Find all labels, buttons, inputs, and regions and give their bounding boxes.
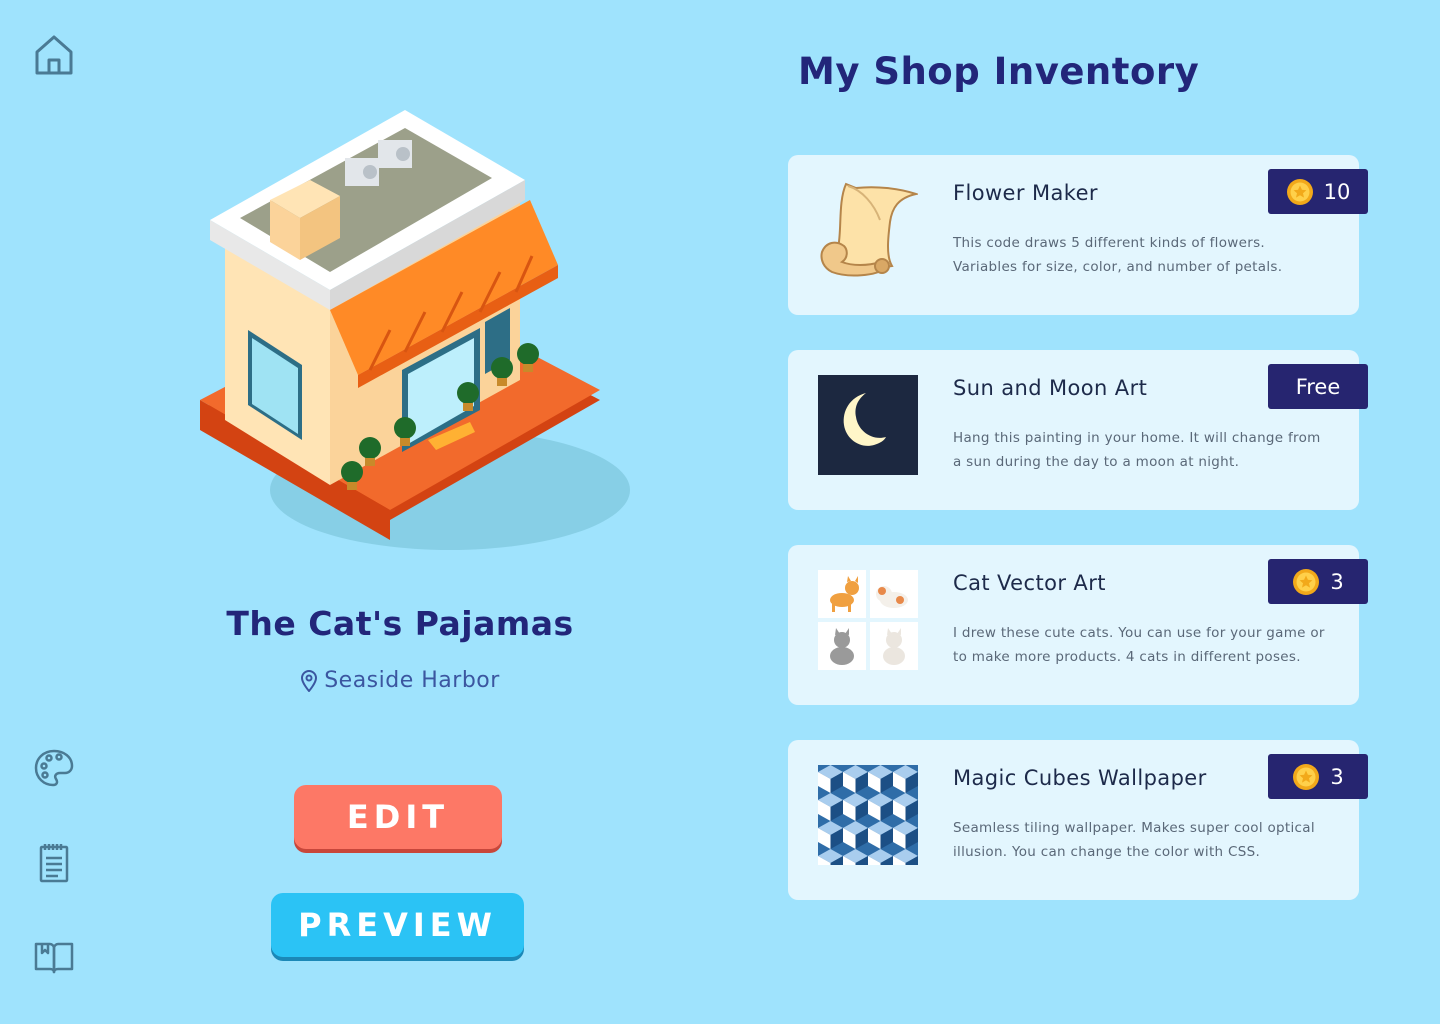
inventory-item-cat-vector-art[interactable]: Cat Vector Art I drew these cute cats. Y… xyxy=(788,545,1368,705)
inventory-item-description: I drew these cute cats. You can use for … xyxy=(953,625,1325,665)
price-tag[interactable]: Free xyxy=(1268,364,1368,409)
inventory-item-flower-maker[interactable]: Flower Maker This code draws 5 different… xyxy=(788,155,1368,315)
palette-icon[interactable] xyxy=(30,744,78,792)
inventory-item-title: Magic Cubes Wallpaper xyxy=(953,766,1207,790)
inventory-item-description: This code draws 5 different kinds of flo… xyxy=(953,235,1283,275)
cubes-pattern-icon xyxy=(818,765,918,865)
map-pin-icon xyxy=(301,669,318,692)
price-value: 3 xyxy=(1330,569,1344,594)
cats-icon xyxy=(818,570,918,670)
shop-building-illustration xyxy=(180,100,640,570)
preview-button[interactable]: PREVIEW xyxy=(271,893,524,957)
price-value: 3 xyxy=(1330,764,1344,789)
shop-location-label: Seaside Harbor xyxy=(324,668,500,693)
price-tag[interactable]: 3 xyxy=(1268,559,1368,604)
inventory-item-magic-cubes-wallpaper[interactable]: Magic Cubes Wallpaper Seamless tiling wa… xyxy=(788,740,1368,900)
coin-icon xyxy=(1286,178,1313,205)
inventory-title: My Shop Inventory xyxy=(798,50,1200,93)
book-icon[interactable] xyxy=(30,932,78,980)
scroll-icon xyxy=(818,180,920,280)
inventory-item-sun-and-moon-art[interactable]: Sun and Moon Art Hang this painting in y… xyxy=(788,350,1368,510)
inventory-item-title: Flower Maker xyxy=(953,181,1098,205)
edit-button[interactable]: EDIT xyxy=(294,785,502,849)
coin-icon xyxy=(1293,763,1320,790)
inventory-item-description: Hang this painting in your home. It will… xyxy=(953,430,1321,470)
inventory-item-title: Cat Vector Art xyxy=(953,571,1106,595)
home-icon[interactable] xyxy=(30,30,78,78)
coin-icon xyxy=(1293,568,1320,595)
price-tag[interactable]: 10 xyxy=(1268,169,1368,214)
price-value: Free xyxy=(1295,374,1341,399)
shop-name: The Cat's Pajamas xyxy=(226,604,574,643)
notepad-icon[interactable] xyxy=(30,838,78,886)
price-value: 10 xyxy=(1323,179,1351,204)
shop-location: Seaside Harbor xyxy=(100,668,700,693)
inventory-item-title: Sun and Moon Art xyxy=(953,376,1148,400)
price-tag[interactable]: 3 xyxy=(1268,754,1368,799)
inventory-item-description: Seamless tiling wallpaper. Makes super c… xyxy=(953,820,1315,860)
moon-icon xyxy=(818,375,918,475)
